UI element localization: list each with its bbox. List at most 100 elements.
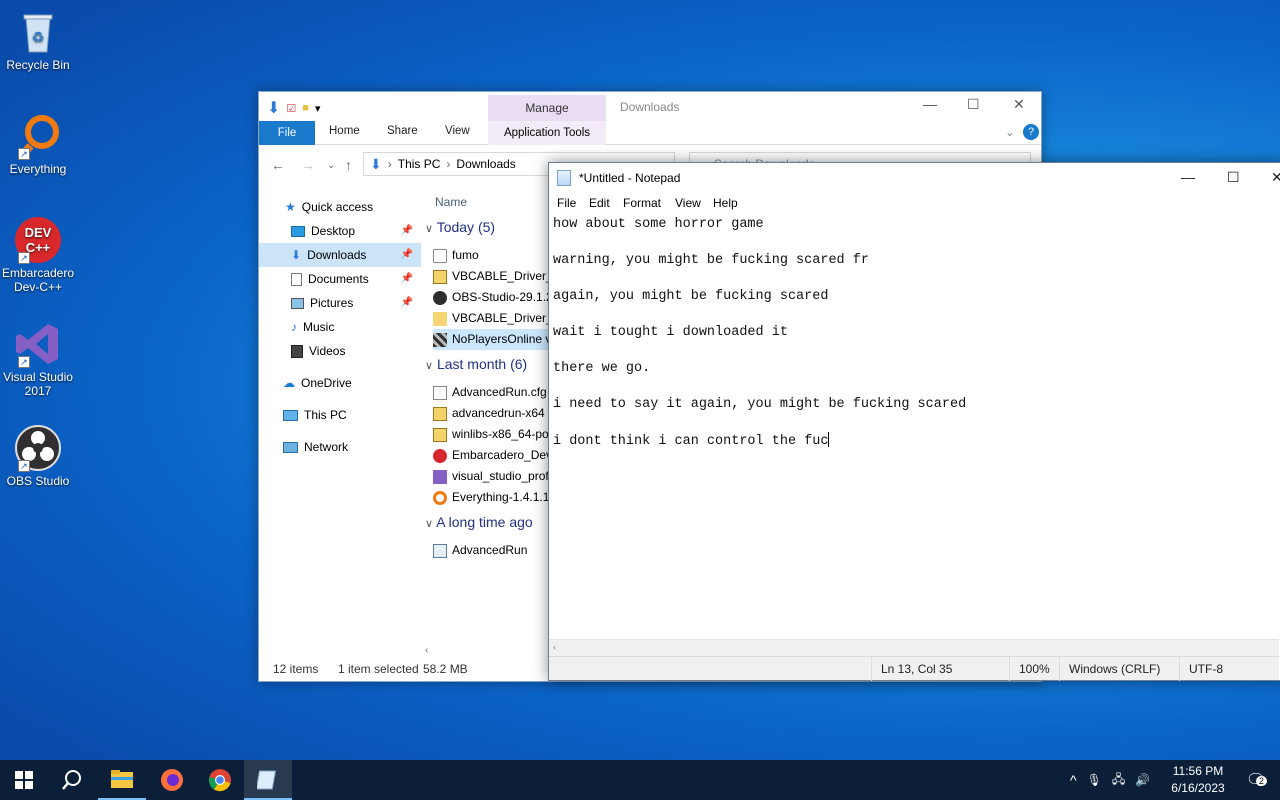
network-icon[interactable]: 🖧 <box>1112 770 1125 791</box>
taskbar-chrome[interactable] <box>196 760 244 800</box>
desktop-icon-visual-studio[interactable]: ↗ Visual Studio 2017 <box>0 320 76 398</box>
notepad-icon <box>257 770 277 790</box>
menu-help[interactable]: Help <box>713 196 738 210</box>
notepad-text-area[interactable]: how about some horror game warning, you … <box>549 213 1279 639</box>
back-arrow-icon[interactable]: ← <box>271 157 285 173</box>
file-icon <box>433 248 447 263</box>
manage-context-tab[interactable]: Manage <box>488 95 606 121</box>
microphone-icon[interactable]: 🎙 <box>1087 773 1102 787</box>
maximize-button[interactable]: ☐ <box>1227 169 1240 186</box>
chevron-down-icon: ∨ <box>425 223 434 235</box>
properties-icon[interactable]: ☑ <box>286 102 296 115</box>
nav-desktop[interactable]: Desktop 📌 <box>259 219 421 243</box>
nav-onedrive[interactable]: ☁ OneDrive <box>259 371 421 395</box>
chrome-icon <box>208 769 231 792</box>
column-header-name[interactable]: Name <box>435 195 467 209</box>
scroll-left-icon[interactable]: ‹ <box>553 642 556 652</box>
notepad-window[interactable]: *Untitled - Notepad — ☐ ✕ File Edit Form… <box>548 162 1280 681</box>
music-icon: ♪ <box>291 320 297 334</box>
up-arrow-icon[interactable]: ↑ <box>345 157 352 173</box>
tab-share[interactable]: Share <box>387 125 418 137</box>
forward-arrow-icon[interactable]: → <box>301 157 315 173</box>
file-icon <box>433 385 447 400</box>
desktop-icon-label: Everything <box>9 162 67 176</box>
taskbar-firefox[interactable] <box>148 760 196 800</box>
tab-home[interactable]: Home <box>329 125 360 137</box>
maximize-button[interactable]: ☐ <box>967 96 980 113</box>
folder-icon <box>111 770 133 788</box>
nav-this-pc[interactable]: This PC <box>259 403 421 427</box>
nav-videos[interactable]: Videos <box>259 339 421 363</box>
cloud-icon: ☁ <box>283 376 295 390</box>
line-ending: Windows (CRLF) <box>1069 662 1161 676</box>
notepad-horizontal-scrollbar[interactable]: ‹ <box>549 639 1279 656</box>
search-button[interactable] <box>48 760 96 800</box>
notification-center-button[interactable]: 🗨2 <box>1232 760 1280 800</box>
archive-icon <box>433 406 447 421</box>
documents-icon <box>291 272 302 286</box>
menu-file[interactable]: File <box>557 196 576 210</box>
ribbon-tabs: File Home Share View Application Tools ⌄… <box>259 121 1041 145</box>
nav-quick-access[interactable]: ★ Quick access <box>259 195 421 219</box>
shortcut-arrow-icon: ↗ <box>18 356 30 368</box>
group-header-last-month[interactable]: ∨ Last month (6) <box>425 356 527 372</box>
folder-icon <box>433 311 447 326</box>
svg-text:DEV: DEV <box>25 225 52 240</box>
menu-view[interactable]: View <box>675 196 701 210</box>
breadcrumb-this-pc[interactable]: This PC <box>398 157 441 171</box>
close-button[interactable]: ✕ <box>1013 96 1025 113</box>
taskbar-clock[interactable]: 11:56 PM 6/16/2023 <box>1162 763 1234 797</box>
tab-application-tools[interactable]: Application Tools <box>488 121 606 145</box>
selection-count: 1 item selected <box>338 662 419 676</box>
chevron-up-icon[interactable]: ^ <box>1070 772 1077 788</box>
close-button[interactable]: ✕ <box>1271 169 1280 186</box>
qat-dropdown-icon[interactable]: ▾ <box>315 102 321 115</box>
devcpp-file-icon <box>433 448 447 463</box>
explorer-titlebar[interactable]: ⬇ ☑ ■ ▾ Manage Downloads — ☐ ✕ <box>259 92 1041 121</box>
chevron-down-icon: ∨ <box>425 360 434 372</box>
start-button[interactable] <box>0 760 48 800</box>
scroll-left-icon[interactable]: ‹ <box>425 645 428 656</box>
taskbar-notepad[interactable] <box>244 760 292 800</box>
obs-installer-icon <box>433 290 447 305</box>
shortcut-arrow-icon: ↗ <box>18 148 30 160</box>
tab-file[interactable]: File <box>259 121 315 145</box>
notepad-content: how about some horror game warning, you … <box>553 217 967 449</box>
navigation-pane: ★ Quick access Desktop 📌 ⬇ Downloads 📌 Docum… <box>259 185 421 645</box>
everything-icon: ↗ <box>14 112 62 160</box>
help-icon[interactable]: ? <box>1023 124 1039 140</box>
star-icon: ★ <box>285 200 296 214</box>
nav-pictures[interactable]: Pictures 📌 <box>259 291 421 315</box>
visual-studio-file-icon <box>433 469 447 484</box>
desktop-icon-obs[interactable]: ↗ OBS Studio <box>0 424 76 488</box>
menu-edit[interactable]: Edit <box>589 196 610 210</box>
menu-format[interactable]: Format <box>623 196 661 210</box>
group-header-today[interactable]: ∨ Today (5) <box>425 219 495 235</box>
everything-file-icon <box>433 490 447 505</box>
recycle-bin-icon: ♻ <box>14 8 62 56</box>
desktop-icon-everything[interactable]: ↗ Everything <box>0 112 76 176</box>
notepad-menubar: File Edit Format View Help <box>549 193 1280 213</box>
tab-view[interactable]: View <box>445 125 470 137</box>
ribbon-expand-icon[interactable]: ⌄ <box>1005 125 1015 139</box>
notepad-titlebar[interactable]: *Untitled - Notepad — ☐ ✕ <box>549 163 1280 193</box>
shortcut-arrow-icon: ↗ <box>18 252 30 264</box>
minimize-button[interactable]: — <box>923 96 937 112</box>
taskbar-file-explorer[interactable] <box>98 760 146 800</box>
nav-network[interactable]: Network <box>259 435 421 459</box>
recent-locations-icon[interactable]: ⌄ <box>327 160 335 171</box>
breadcrumb-downloads[interactable]: Downloads <box>456 157 515 171</box>
new-folder-icon[interactable]: ■ <box>302 102 309 114</box>
group-header-long-ago[interactable]: ∨ A long time ago <box>425 514 533 530</box>
svg-text:♻: ♻ <box>32 29 45 45</box>
nav-downloads[interactable]: ⬇ Downloads 📌 <box>259 243 421 267</box>
nav-documents[interactable]: Documents 📌 <box>259 267 421 291</box>
desktop-icon-recycle-bin[interactable]: ♻ Recycle Bin <box>0 8 76 72</box>
nav-music[interactable]: ♪ Music <box>259 315 421 339</box>
minimize-button[interactable]: — <box>1181 169 1195 185</box>
volume-icon[interactable]: 🔊 <box>1135 773 1150 787</box>
search-icon <box>62 770 81 790</box>
desktop-icon-label: Embarcadero Dev-C++ <box>1 266 75 294</box>
notification-icon: 🗨2 <box>1246 770 1267 790</box>
desktop-icon-devcpp[interactable]: DEV C++ ↗ Embarcadero Dev-C++ <box>0 216 76 294</box>
